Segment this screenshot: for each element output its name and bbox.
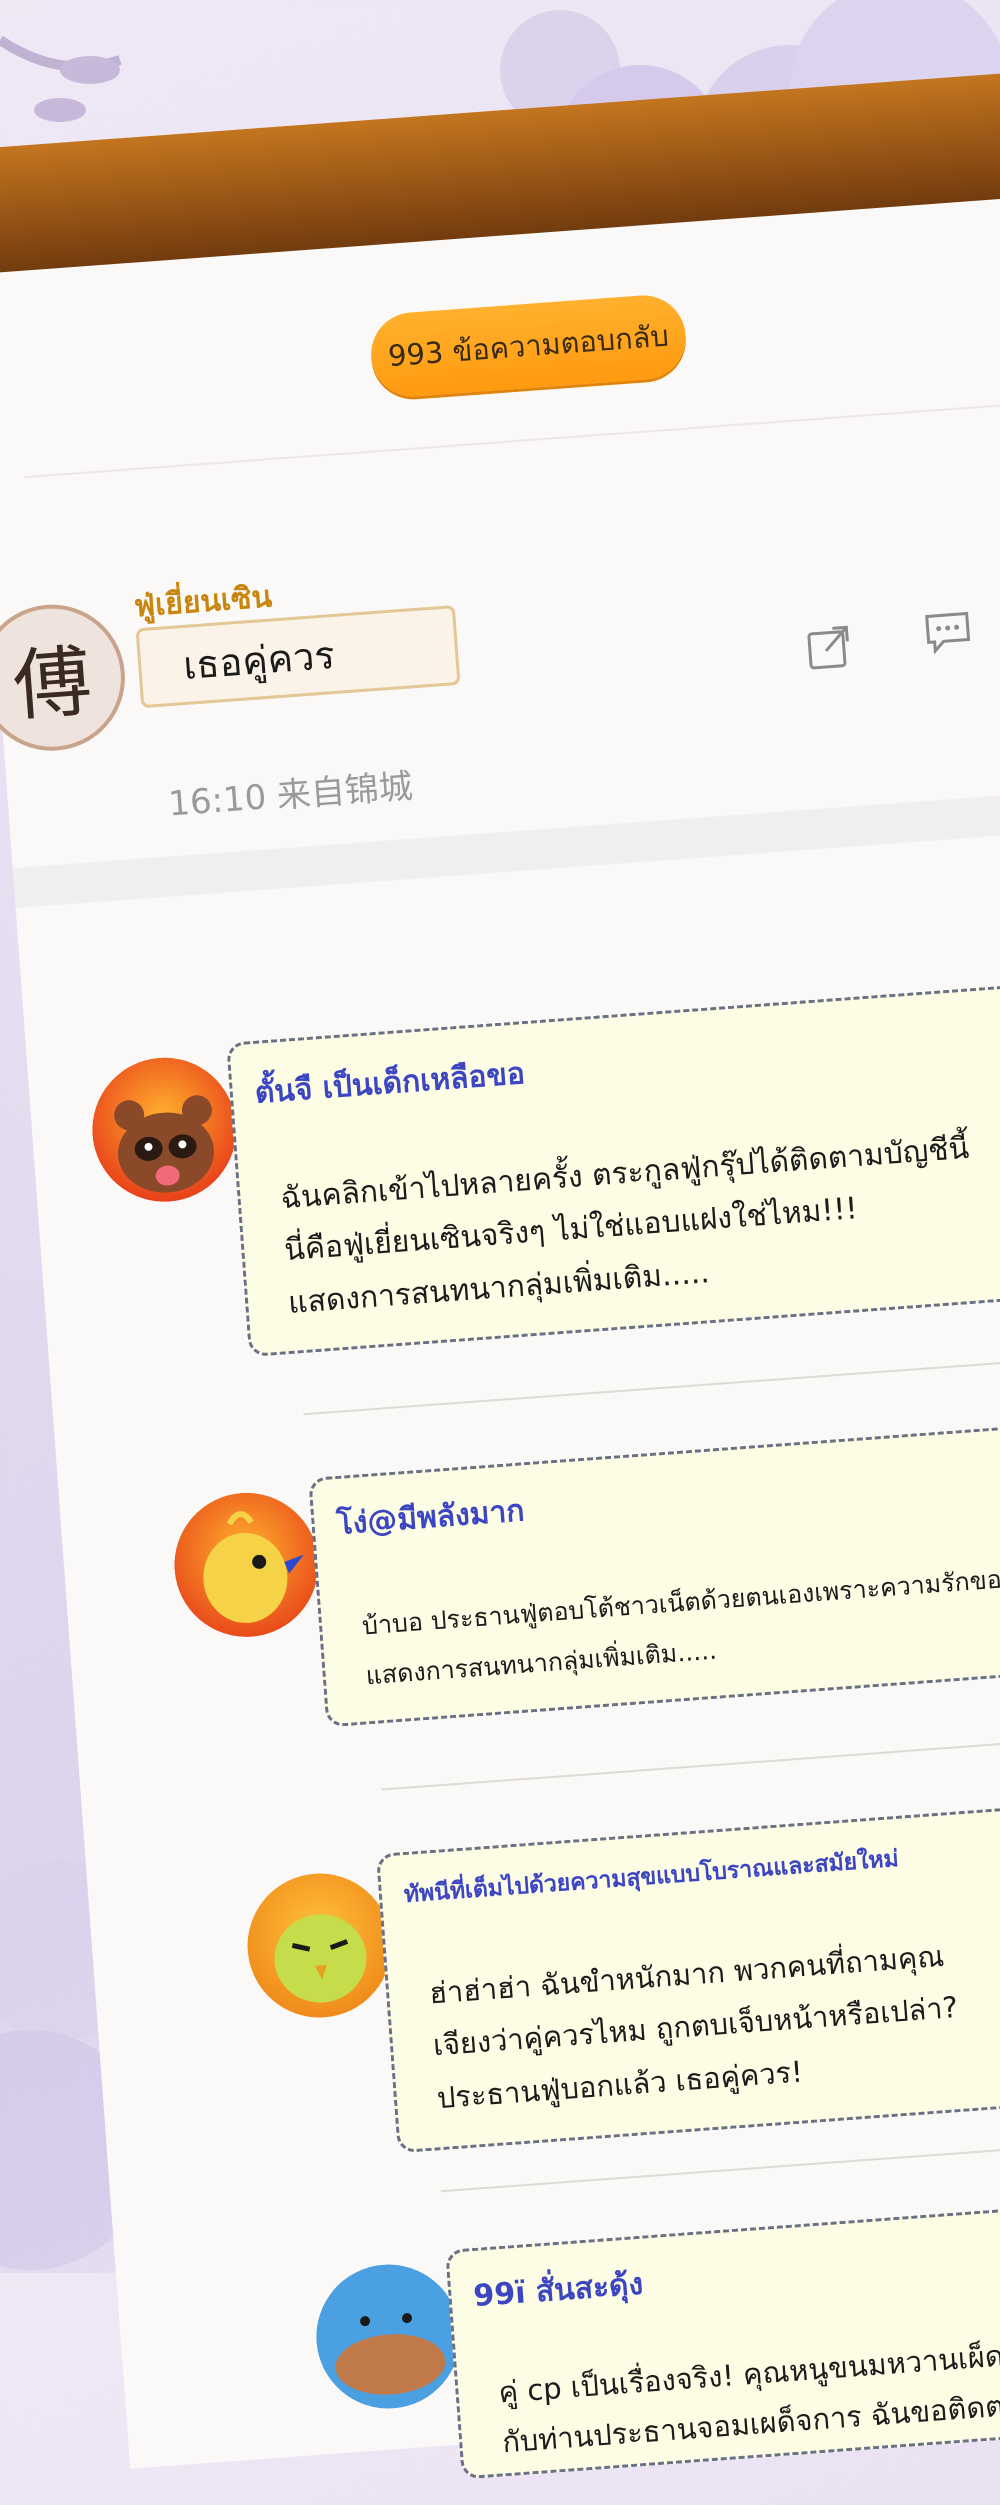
comment-body: ฮ่าฮ่าฮ่า ฉันขำหนักมาก พวกคนที่ถามคุณ เจ…	[428, 1939, 960, 2115]
comment-text: ฮ่าฮ่าฮ่า ฉันขำหนักมาก พวกคนที่ถามคุณ เจ…	[424, 1877, 964, 2124]
share-icon[interactable]	[802, 621, 856, 675]
comment-bubble: ทัพนีที่เต็มไปด้วยความสุขแบบโบราณและสมัย…	[375, 1794, 1000, 2154]
comment-body: คู่ cp เป็นเรื่องจริง! คุณหนูขนมหวานเผ็ด…	[497, 2334, 1000, 2459]
comment-username[interactable]: โง่@มีพลังมาก	[335, 1487, 526, 1548]
comment-icon[interactable]	[921, 605, 975, 659]
comment-bubble: ตั้นจื เป็นเด็กเหลือขอ ฉันคลิกเข้าไปหลาย…	[226, 977, 1000, 1358]
post-panel: 993 ข้อความตอบกลับ 傅 ฟู่เยี่ยนเซิน เธอคู…	[0, 65, 1000, 2480]
comment-text: ฉันคลิกเข้าไปหลายครั้ง ตระกูลฟู่กรุ๊ปได้…	[275, 1070, 983, 1382]
post-content-text: เธอคู่ควร	[181, 632, 337, 688]
